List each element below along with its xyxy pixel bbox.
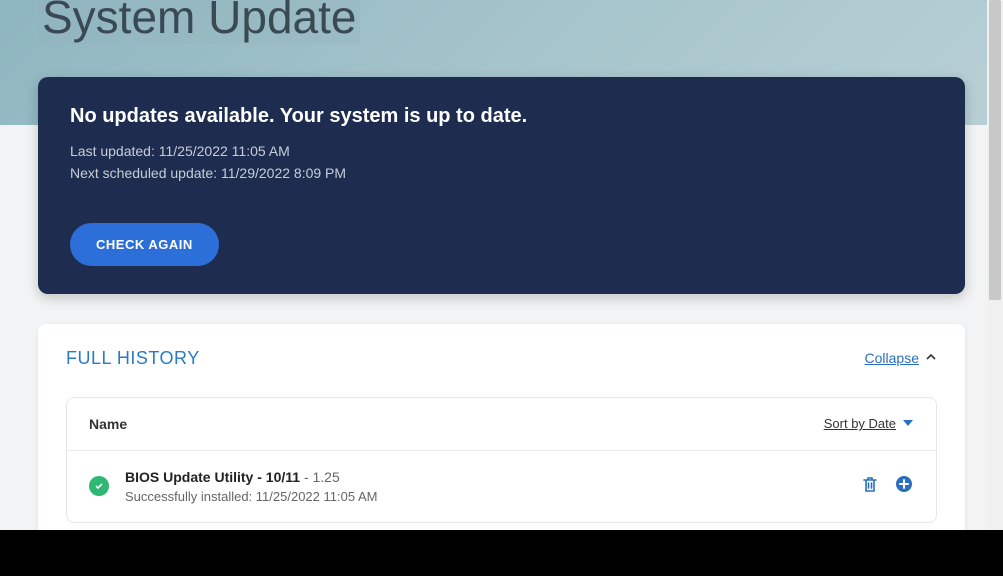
delete-icon[interactable] — [860, 474, 880, 499]
update-item-title: BIOS Update Utility - 10/11 - 1.25 — [125, 469, 844, 485]
table-header: Name Sort by Date — [67, 398, 936, 451]
history-title: FULL HISTORY — [66, 348, 200, 369]
scrollbar[interactable] — [987, 0, 1003, 530]
page-title: System Update — [38, 0, 360, 44]
status-last-updated: Last updated: 11/25/2022 11:05 AM — [70, 140, 933, 162]
status-headline: No updates available. Your system is up … — [70, 105, 933, 128]
table-row: BIOS Update Utility - 10/11 - 1.25 Succe… — [67, 451, 936, 522]
status-next-scheduled: Next scheduled update: 11/29/2022 8:09 P… — [70, 162, 933, 184]
update-version: - 1.25 — [300, 469, 340, 485]
sort-label: Sort by Date — [824, 416, 896, 431]
update-item-status: Successfully installed: 11/25/2022 11:05… — [125, 489, 844, 504]
history-table: Name Sort by Date BIOS Update Utility - … — [66, 397, 937, 523]
check-again-button[interactable]: CHECK AGAIN — [70, 223, 219, 266]
history-card: FULL HISTORY Collapse Name Sort by Date — [38, 324, 965, 543]
update-name: BIOS Update Utility - 10/11 — [125, 469, 300, 485]
scrollbar-thumb[interactable] — [989, 0, 1001, 300]
status-card: No updates available. Your system is up … — [38, 77, 965, 294]
resize-handle[interactable] — [987, 514, 1003, 530]
chevron-up-icon — [925, 350, 937, 366]
column-name: Name — [89, 416, 127, 432]
collapse-label: Collapse — [865, 350, 919, 366]
bottom-bar — [0, 530, 1003, 576]
collapse-toggle[interactable]: Collapse — [865, 350, 937, 366]
add-icon[interactable] — [894, 474, 914, 499]
check-circle-icon — [89, 476, 109, 496]
sort-by-date[interactable]: Sort by Date — [824, 416, 914, 431]
caret-down-icon — [902, 416, 914, 431]
